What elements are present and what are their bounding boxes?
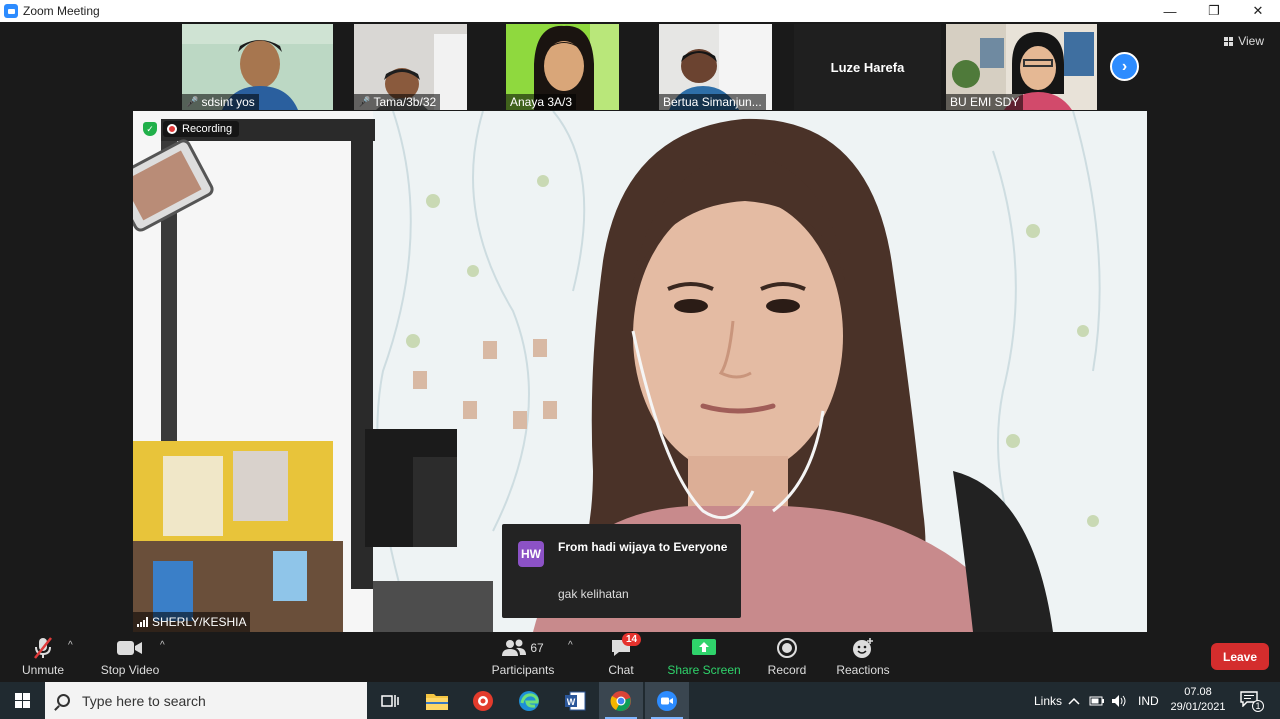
next-page-button[interactable]: › bbox=[1110, 52, 1139, 81]
tray-links[interactable]: Links bbox=[1034, 682, 1062, 719]
speaker-name-label: SHERLY/KESHIA bbox=[133, 612, 251, 632]
share-screen-button[interactable]: Share Screen bbox=[667, 636, 741, 677]
taskbar-search[interactable]: Type here to search bbox=[45, 682, 367, 719]
meeting-toolbar: Unmute ^ Stop Video ^ 67 Participants ^ … bbox=[0, 632, 1280, 682]
participant-name: Anaya 3A/3 bbox=[506, 94, 577, 110]
taskbar-app-red[interactable] bbox=[461, 682, 505, 719]
search-icon bbox=[57, 694, 70, 707]
mic-muted-icon bbox=[31, 636, 55, 660]
input-language[interactable]: IND bbox=[1138, 682, 1159, 719]
system-clock[interactable]: 07.08 29/01/2021 bbox=[1164, 685, 1232, 715]
minimize-button[interactable]: — bbox=[1148, 0, 1192, 22]
start-button[interactable] bbox=[0, 682, 45, 719]
participants-button[interactable]: 67 Participants bbox=[492, 636, 554, 677]
record-icon bbox=[777, 636, 797, 660]
avatar: HW bbox=[518, 541, 544, 567]
meeting-area: 🎤 sdsint yos 🎤 Tama/3b/32 Anaya 3A/3 Ber… bbox=[0, 22, 1280, 632]
participant-name: 🎤 sdsint yos bbox=[182, 94, 259, 110]
participant-tile[interactable]: BU EMI SDY bbox=[946, 24, 1097, 110]
battery-icon[interactable] bbox=[1089, 682, 1105, 719]
encryption-shield-icon[interactable]: ✓ bbox=[143, 122, 157, 136]
video-options-chevron-icon[interactable]: ^ bbox=[160, 640, 165, 651]
signal-strength-icon bbox=[137, 617, 148, 627]
audio-options-chevron-icon[interactable]: ^ bbox=[68, 640, 73, 651]
tray-overflow-chevron-icon[interactable] bbox=[1068, 682, 1080, 719]
taskbar-word[interactable]: W bbox=[553, 682, 597, 719]
chat-icon: 14 bbox=[610, 633, 642, 660]
share-screen-icon bbox=[692, 636, 716, 660]
recording-indicator: ✓ Recording bbox=[143, 121, 240, 137]
chat-sender: From hadi wijaya to Everyone bbox=[558, 540, 728, 554]
video-camera-icon bbox=[117, 636, 143, 660]
taskbar-edge[interactable] bbox=[507, 682, 551, 719]
chat-unread-badge: 14 bbox=[622, 633, 642, 646]
app-swirl-icon bbox=[473, 690, 493, 711]
record-button[interactable]: Record bbox=[768, 636, 806, 677]
clock-date: 29/01/2021 bbox=[1170, 701, 1226, 713]
word-icon: W bbox=[565, 691, 586, 710]
participant-tile[interactable]: Anaya 3A/3 bbox=[506, 24, 619, 110]
notification-count: 1 bbox=[1252, 700, 1264, 712]
participant-tile[interactable]: 🎤 sdsint yos bbox=[182, 24, 333, 110]
record-dot-icon bbox=[167, 124, 177, 134]
taskbar-file-explorer[interactable] bbox=[415, 682, 459, 719]
search-placeholder: Type here to search bbox=[82, 692, 206, 709]
chat-button[interactable]: 14 Chat bbox=[606, 633, 642, 677]
participant-name: 🎤 Tama/3b/32 bbox=[354, 94, 441, 110]
recording-pill[interactable]: Recording bbox=[163, 121, 240, 137]
participant-tile[interactable]: Bertua Simanjun... bbox=[659, 24, 772, 110]
task-view-icon bbox=[381, 694, 399, 707]
windows-taskbar: Type here to search W Links IND 07.08 29… bbox=[0, 682, 1280, 719]
view-button[interactable]: View bbox=[1224, 34, 1264, 48]
participant-name: BU EMI SDY bbox=[946, 94, 1024, 110]
edge-icon bbox=[519, 690, 539, 711]
participant-tile[interactable]: Luze Harefa bbox=[794, 24, 941, 110]
participants-count: 67 bbox=[530, 641, 544, 655]
participants-icon: 67 bbox=[502, 636, 544, 660]
taskbar-zoom[interactable] bbox=[645, 682, 689, 719]
chat-message: gak kelihatan bbox=[558, 587, 629, 601]
task-view-button[interactable] bbox=[368, 682, 412, 719]
title-bar: Zoom Meeting — ❐ ✕ bbox=[0, 0, 1280, 22]
stop-video-button[interactable]: Stop Video bbox=[100, 636, 160, 677]
unmute-button[interactable]: Unmute bbox=[20, 636, 66, 677]
gallery-strip: 🎤 sdsint yos 🎤 Tama/3b/32 Anaya 3A/3 Ber… bbox=[0, 22, 1280, 112]
clock-time: 07.08 bbox=[1184, 686, 1212, 698]
participant-name: Luze Harefa bbox=[830, 59, 905, 75]
view-grid-icon bbox=[1224, 36, 1234, 46]
participants-options-chevron-icon[interactable]: ^ bbox=[568, 640, 573, 651]
participant-tile[interactable]: 🎤 Tama/3b/32 bbox=[354, 24, 467, 110]
restore-button[interactable]: ❐ bbox=[1192, 0, 1236, 22]
taskbar-chrome[interactable] bbox=[599, 682, 643, 719]
zoom-app-icon bbox=[4, 4, 18, 18]
svg-text:W: W bbox=[567, 697, 576, 707]
mic-muted-icon: 🎤 bbox=[358, 96, 371, 108]
folder-icon bbox=[426, 693, 448, 710]
smiley-icon bbox=[852, 636, 874, 660]
window-title: Zoom Meeting bbox=[23, 4, 100, 18]
mic-muted-icon: 🎤 bbox=[186, 96, 199, 108]
chrome-icon bbox=[610, 690, 631, 711]
zoom-icon bbox=[657, 690, 677, 711]
participant-name: Bertua Simanjun... bbox=[659, 94, 766, 110]
windows-logo-icon bbox=[15, 693, 30, 708]
volume-icon[interactable] bbox=[1111, 682, 1127, 719]
chat-notification[interactable]: HW From hadi wijaya to Everyone gak keli… bbox=[502, 524, 741, 618]
close-button[interactable]: ✕ bbox=[1236, 0, 1280, 22]
action-center-button[interactable]: 1 bbox=[1240, 691, 1264, 712]
reactions-button[interactable]: Reactions bbox=[836, 636, 890, 677]
leave-meeting-button[interactable]: Leave bbox=[1211, 643, 1269, 670]
